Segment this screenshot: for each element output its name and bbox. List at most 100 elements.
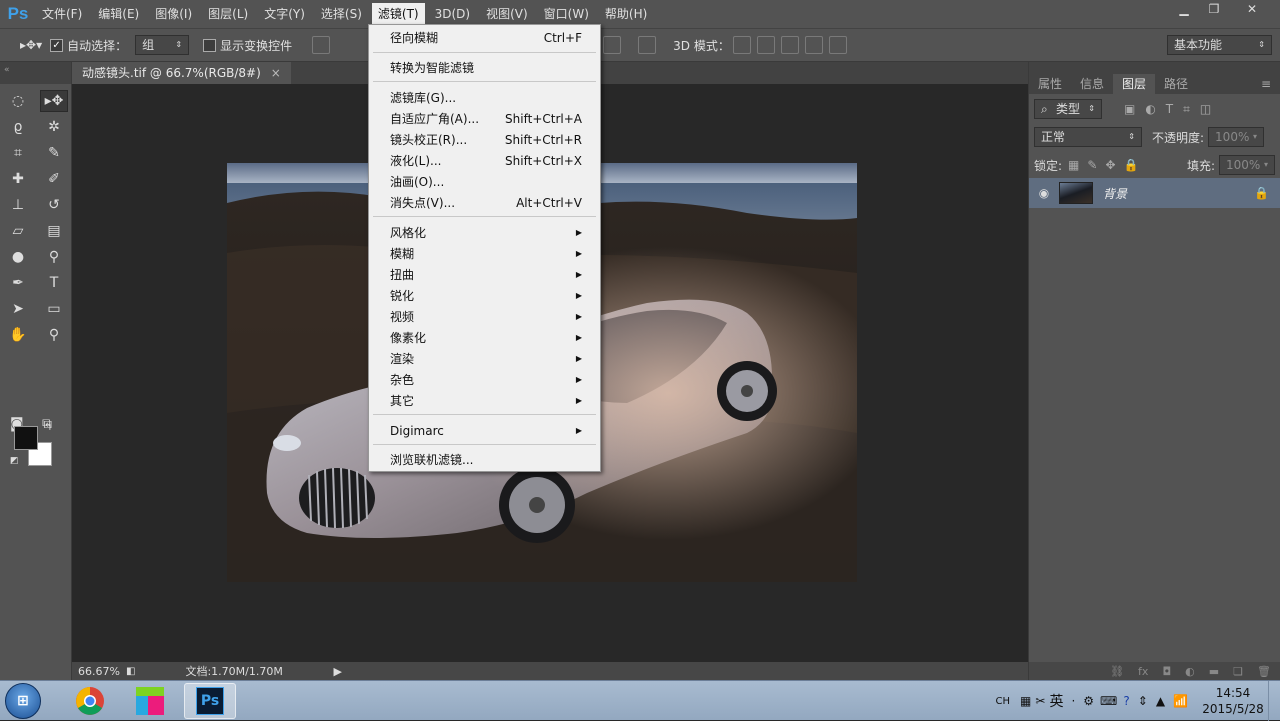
- tab-info[interactable]: 信息: [1071, 74, 1113, 94]
- menu-item-digimarc[interactable]: Digimarc ▶: [369, 420, 600, 441]
- tab-layers[interactable]: 图层: [1113, 74, 1156, 94]
- menu-file[interactable]: 文件(F): [36, 3, 88, 25]
- close-tab-icon[interactable]: ×: [271, 62, 281, 84]
- drag-3d-icon[interactable]: [780, 36, 799, 54]
- type-tool-icon[interactable]: T: [40, 272, 68, 294]
- ime-lang[interactable]: 英: [1049, 691, 1063, 711]
- menu-item-convert-smart-filter[interactable]: 转换为智能滤镜: [369, 57, 600, 78]
- rotate-3d-icon[interactable]: [732, 36, 751, 54]
- roll-3d-icon[interactable]: [756, 36, 775, 54]
- healing-brush-tool-icon[interactable]: ✚: [4, 168, 32, 190]
- lasso-tool-icon[interactable]: ϱ: [4, 116, 32, 138]
- history-brush-tool-icon[interactable]: ↺: [40, 194, 68, 216]
- ime-scissors-icon[interactable]: ✂: [1035, 694, 1045, 708]
- menu-item-browse-online-filters[interactable]: 浏览联机滤镜...: [369, 449, 600, 470]
- slide-3d-icon[interactable]: [804, 36, 823, 54]
- screen-mode-icon[interactable]: ⧉: [42, 416, 52, 432]
- taskbar-chrome[interactable]: [64, 683, 116, 719]
- blur-tool-icon[interactable]: ●: [4, 246, 32, 268]
- tab-paths[interactable]: 路径: [1155, 74, 1197, 94]
- new-layer-icon[interactable]: ❏: [1233, 665, 1243, 678]
- menu-select[interactable]: 选择(S): [315, 3, 368, 25]
- restore-icon[interactable]: ❐: [1200, 0, 1228, 18]
- menu-item-vanishing-point[interactable]: 消失点(V)... Alt+Ctrl+V: [369, 192, 600, 213]
- menu-help[interactable]: 帮助(H): [599, 3, 653, 25]
- hand-tool-icon[interactable]: ✋: [4, 324, 32, 346]
- ime-keyboard-icon[interactable]: ⌨: [1100, 694, 1117, 708]
- eraser-tool-icon[interactable]: ▱: [4, 220, 32, 242]
- opacity-field[interactable]: 100% ▾: [1208, 127, 1265, 147]
- menu-item-noise[interactable]: 杂色 ▶: [369, 369, 600, 390]
- menu-item-radial-blur[interactable]: 径向模糊 Ctrl+F: [369, 27, 600, 48]
- menu-item-pixelate[interactable]: 像素化 ▶: [369, 327, 600, 348]
- clone-stamp-tool-icon[interactable]: ⊥: [4, 194, 32, 216]
- workspace-dropdown[interactable]: 基本功能 ⇕: [1167, 35, 1272, 55]
- move-tool-preset-icon[interactable]: ▸✥▾: [20, 38, 42, 52]
- new-group-icon[interactable]: ▬: [1209, 665, 1219, 678]
- status-arrow-icon[interactable]: ▶: [333, 665, 341, 678]
- gradient-tool-icon[interactable]: ▤: [40, 220, 68, 242]
- show-hidden-icons-icon[interactable]: ▲: [1156, 694, 1165, 708]
- zoom-level[interactable]: 66.67%: [72, 665, 126, 678]
- fill-field[interactable]: 100% ▾: [1219, 155, 1275, 175]
- menu-item-other[interactable]: 其它 ▶: [369, 390, 600, 411]
- distribute-center-icon[interactable]: [603, 36, 622, 54]
- menu-view[interactable]: 视图(V): [480, 3, 534, 25]
- menu-edit[interactable]: 编辑(E): [92, 3, 145, 25]
- ime-punct-icon[interactable]: ·: [1071, 694, 1075, 708]
- minimize-icon[interactable]: ▁: [1170, 0, 1198, 18]
- ime-code[interactable]: CH: [996, 696, 1011, 707]
- zoom-tool-icon[interactable]: ⚲: [40, 324, 68, 346]
- taskbar-app[interactable]: [124, 683, 176, 719]
- auto-align-icon[interactable]: [638, 36, 657, 54]
- menu-3d[interactable]: 3D(D): [429, 3, 476, 25]
- lock-icons[interactable]: ▦✎✥🔒: [1068, 158, 1146, 172]
- fx-icon[interactable]: fx: [1138, 665, 1148, 678]
- auto-select-dropdown[interactable]: 组 ⇕: [135, 35, 190, 55]
- foreground-color-swatch[interactable]: [14, 426, 38, 450]
- add-mask-icon[interactable]: ◘: [1162, 665, 1171, 678]
- tab-properties[interactable]: 属性: [1029, 74, 1071, 94]
- brush-tool-icon[interactable]: ✐: [40, 168, 68, 190]
- eye-icon[interactable]: ◉: [1029, 186, 1059, 200]
- layer-filter-icons[interactable]: ▣◐T⌗◫: [1124, 102, 1221, 117]
- ime-grid-icon[interactable]: ▦: [1020, 694, 1031, 708]
- magic-wand-tool-icon[interactable]: ✲: [40, 116, 68, 138]
- show-transform-checkbox[interactable]: [203, 38, 217, 52]
- menu-item-liquify[interactable]: 液化(L)... Shift+Ctrl+X: [369, 150, 600, 171]
- menu-filter[interactable]: 滤镜(T): [371, 3, 425, 25]
- pen-tool-icon[interactable]: ✒: [4, 272, 32, 294]
- start-button[interactable]: ⊞: [5, 683, 41, 719]
- help-icon[interactable]: ?: [1123, 694, 1129, 708]
- move-tool-icon[interactable]: ▸✥: [40, 90, 68, 112]
- dodge-tool-icon[interactable]: ⚲: [40, 246, 68, 268]
- scale-3d-icon[interactable]: [828, 36, 847, 54]
- ime-settings-icon[interactable]: ⚙: [1083, 694, 1094, 708]
- adjustment-layer-icon[interactable]: ◐: [1185, 665, 1195, 678]
- menu-item-blur[interactable]: 模糊 ▶: [369, 243, 600, 264]
- layer-row-background[interactable]: ◉ 背景 🔒: [1029, 178, 1280, 208]
- layer-name[interactable]: 背景: [1103, 185, 1127, 202]
- show-transform-option[interactable]: 显示变换控件: [203, 37, 292, 54]
- close-icon[interactable]: ✕: [1230, 0, 1274, 18]
- eyedropper-tool-icon[interactable]: ✎: [40, 142, 68, 164]
- tools-collapse-icon[interactable]: «: [0, 62, 71, 84]
- layer-filter-dropdown[interactable]: ⌕ 类型 ⇕: [1034, 99, 1102, 119]
- menu-item-lens-correction[interactable]: 镜头校正(R)... Shift+Ctrl+R: [369, 129, 600, 150]
- link-layers-icon[interactable]: ⛓: [1110, 665, 1124, 678]
- status-info-icon[interactable]: ◧: [126, 666, 135, 677]
- align-top-icon[interactable]: [312, 36, 331, 54]
- crop-tool-icon[interactable]: ⌗: [4, 142, 32, 164]
- panel-menu-icon[interactable]: ≡: [1252, 74, 1280, 94]
- panel-collapse-bar[interactable]: [1029, 62, 1280, 74]
- auto-select-checkbox[interactable]: ✓: [50, 38, 64, 52]
- menu-image[interactable]: 图像(I): [149, 3, 198, 25]
- rectangle-tool-icon[interactable]: ▭: [40, 298, 68, 320]
- document-tab[interactable]: 动感镜头.tif @ 66.7%(RGB/8#) ×: [72, 62, 291, 84]
- auto-select-option[interactable]: ✓ 自动选择：: [50, 37, 127, 54]
- menu-item-stylize[interactable]: 风格化 ▶: [369, 222, 600, 243]
- menu-item-adaptive-wide-angle[interactable]: 自适应广角(A)... Shift+Ctrl+A: [369, 108, 600, 129]
- menu-item-filter-gallery[interactable]: 滤镜库(G)...: [369, 87, 600, 108]
- menu-type[interactable]: 文字(Y): [258, 3, 311, 25]
- clock[interactable]: 14:54 2015/5/28: [1198, 685, 1268, 717]
